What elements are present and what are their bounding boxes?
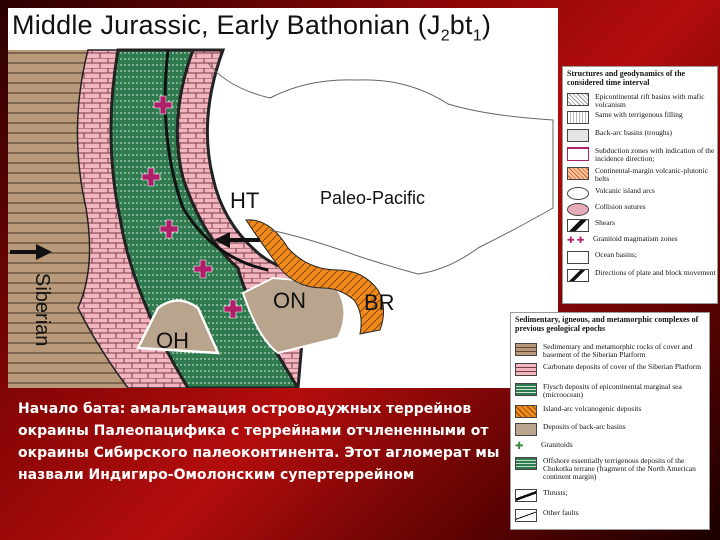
map-drawing: HT Paleo-Pacific ON BR OH Siberian	[8, 48, 554, 388]
legend-item: Offshore essentially terrigenous deposit…	[515, 457, 709, 481]
legend-item: Volcanic island arcs	[567, 187, 655, 200]
legend-item: ✚ Granitoids	[515, 440, 573, 452]
legend-item: Epicontinental rift basins with mafic vo…	[567, 93, 717, 109]
map-label-on: ON	[273, 288, 306, 313]
map-title-text: Middle Jurassic, Early Bathonian (J	[12, 10, 441, 40]
legend-item: Sedimentary and metamorphic rocks of cov…	[515, 343, 709, 359]
legend-item: Collision sutures	[567, 203, 646, 216]
legend-structures: Structures and geodynamics of the consid…	[562, 66, 718, 304]
legend-item: Flysch deposits of epicontinental margin…	[515, 383, 709, 399]
legend-item: Subduction zones with indication of the …	[567, 147, 717, 163]
legend-item: Ocean basins;	[567, 251, 637, 264]
legend-complexes-header: Sedimentary, igneous, and metamorphic co…	[515, 315, 699, 333]
map-title-sub2: 1	[472, 27, 482, 45]
map-title-sub: 2	[440, 27, 450, 45]
map-label-siberian: Siberian	[31, 273, 53, 346]
legend-item: Back-arc basins (troughs)	[567, 129, 672, 142]
map-title: Middle Jurassic, Early Bathonian (J2bt1)	[12, 10, 491, 45]
legend-item: Directions of plate and block movement	[567, 269, 716, 282]
legend-item: Same with terrigenous filling	[567, 111, 683, 124]
legend-item: Continental-margin volcanic-plutonic bel…	[567, 167, 717, 183]
legend-item: Deposits of back-arc basins	[515, 423, 626, 436]
legend-complexes: Sedimentary, igneous, and metamorphic co…	[510, 312, 710, 530]
legend-item: ✚ ✚ Granitoid magmatism zones	[567, 234, 678, 246]
legend-item: Island-arc volcanogenic deposits	[515, 405, 641, 418]
map-title-close: )	[481, 10, 492, 40]
siberian-platform	[8, 50, 90, 308]
legend-item: Thrusts;	[515, 489, 568, 502]
slide-caption: Начало бата: амальгамация островодужных …	[18, 401, 500, 483]
legend-item: Carbonate deposits of cover of the Siber…	[515, 363, 701, 376]
paleo-pacific-coast	[207, 62, 554, 275]
legend-item: Shears	[567, 219, 615, 232]
legend-structures-header: Structures and geodynamics of the consid…	[567, 69, 686, 87]
map-label-oh: OH	[156, 328, 189, 353]
geologic-map: HT Paleo-Pacific ON BR OH Siberian Middl…	[8, 8, 558, 388]
map-label-br: BR	[364, 290, 395, 315]
slide: HT Paleo-Pacific ON BR OH Siberian Middl…	[0, 0, 720, 540]
legend-item: Other faults	[515, 509, 579, 522]
map-label-ht: HT	[230, 188, 259, 213]
map-label-paleo-pacific: Paleo-Pacific	[320, 188, 425, 208]
map-title-bt: bt	[449, 10, 473, 40]
